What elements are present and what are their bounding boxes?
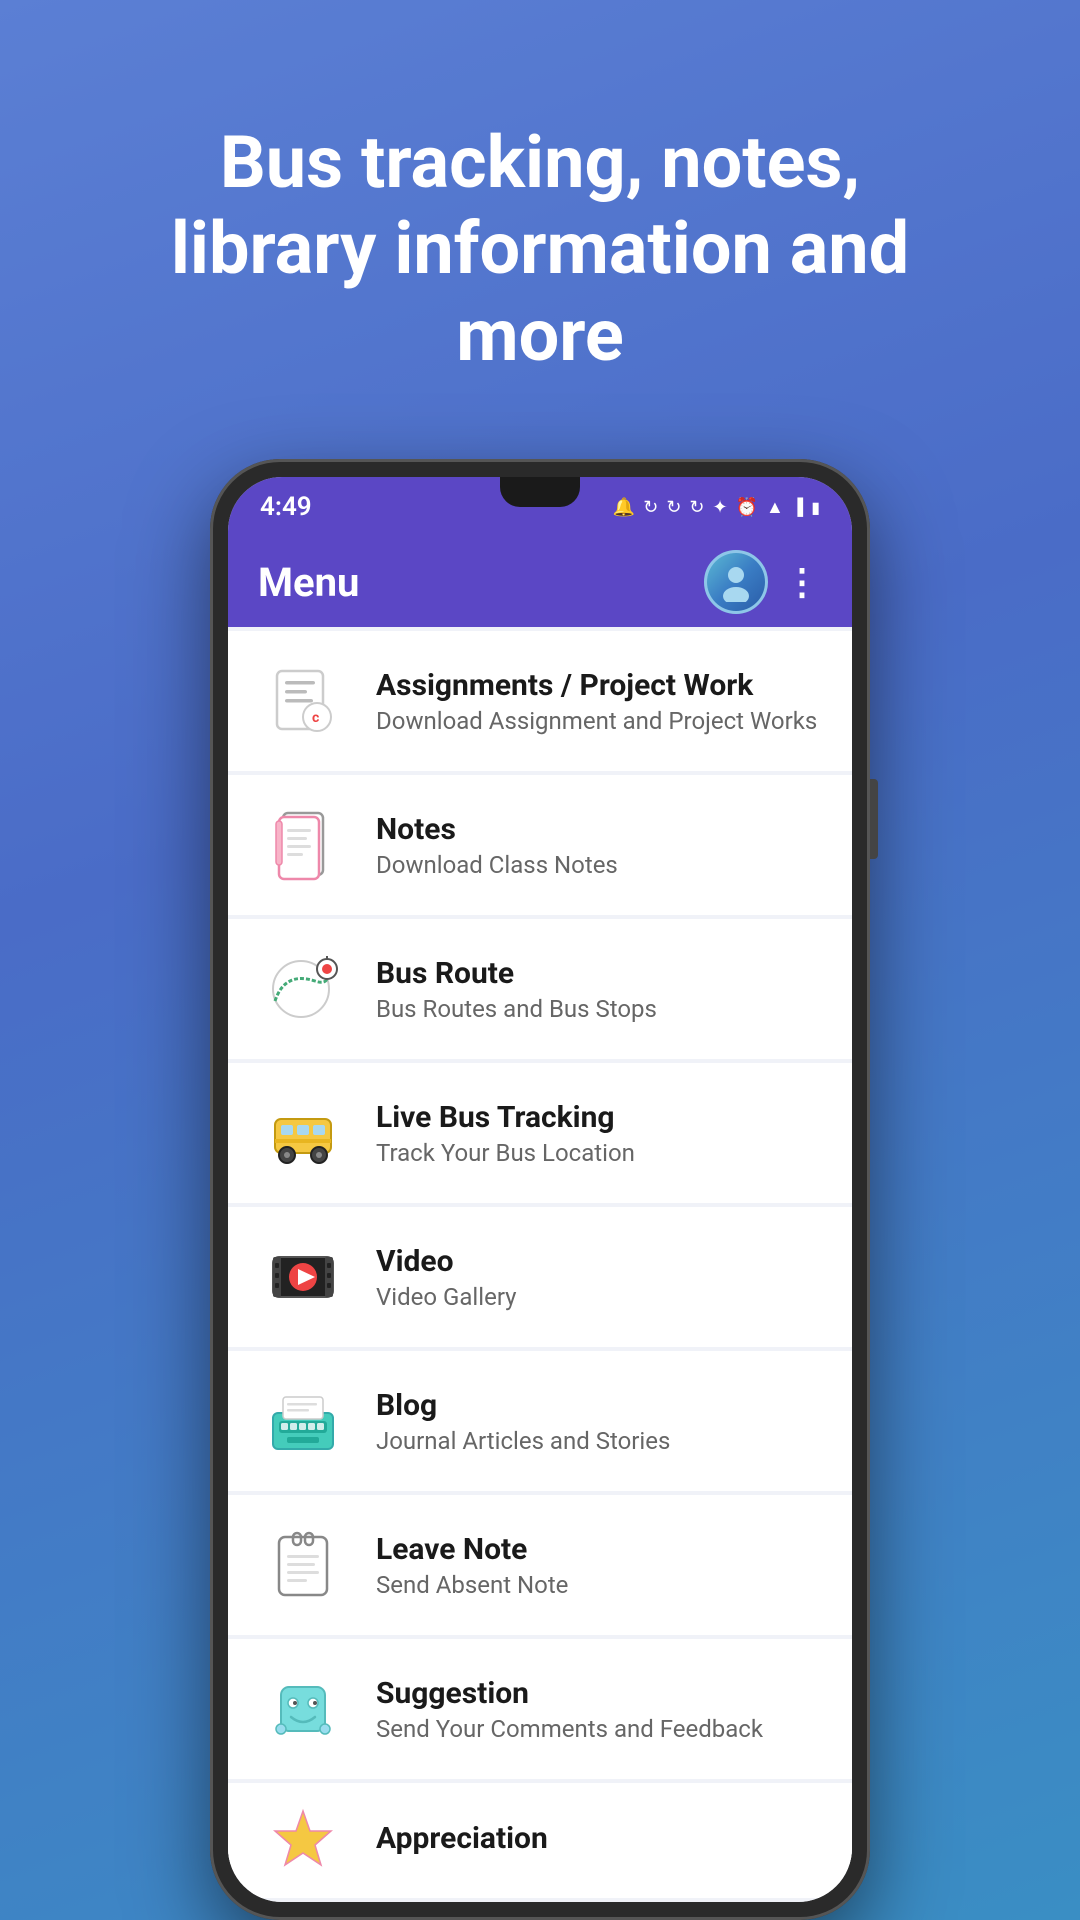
phone-screen: 4:49 🔔 ↻ ↻ ↻ ✦ ⏰ ▲ ▐ ▮ Menu (228, 477, 852, 1902)
menu-item-assignments[interactable]: c Assignments / Project Work Download As… (228, 631, 852, 771)
battery-icon: ▮ (811, 498, 820, 517)
live-bus-subtitle: Track Your Bus Location (376, 1139, 822, 1167)
live-bus-text: Live Bus Tracking Track Your Bus Locatio… (376, 1100, 822, 1167)
suggestion-icon (258, 1664, 348, 1754)
notes-subtitle: Download Class Notes (376, 851, 822, 879)
status-icons: 🔔 ↻ ↻ ↻ ✦ ⏰ ▲ ▐ ▮ (613, 497, 820, 518)
menu-item-video[interactable]: Video Video Gallery (228, 1207, 852, 1347)
sync-icon-3: ↻ (689, 497, 704, 518)
suggestion-text: Suggestion Send Your Comments and Feedba… (376, 1676, 822, 1743)
video-subtitle: Video Gallery (376, 1283, 822, 1311)
status-time: 4:49 (260, 492, 312, 522)
appreciation-title: Appreciation (376, 1821, 822, 1856)
assignments-title: Assignments / Project Work (376, 668, 822, 703)
blog-text: Blog Journal Articles and Stories (376, 1388, 822, 1455)
menu-list: c Assignments / Project Work Download As… (228, 627, 852, 1902)
leave-note-text: Leave Note Send Absent Note (376, 1532, 822, 1599)
avatar-inner (707, 553, 765, 611)
notification-icon: 🔔 (613, 497, 635, 518)
suggestion-title: Suggestion (376, 1676, 822, 1711)
video-text: Video Video Gallery (376, 1244, 822, 1311)
sync-icon-2: ↻ (666, 497, 681, 518)
live-bus-icon (258, 1088, 348, 1178)
blog-title: Blog (376, 1388, 822, 1423)
appreciation-icon (258, 1796, 348, 1886)
status-bar: 4:49 🔔 ↻ ↻ ↻ ✦ ⏰ ▲ ▐ ▮ (228, 477, 852, 537)
signal-icon: ▐ (792, 497, 803, 517)
assignments-text: Assignments / Project Work Download Assi… (376, 668, 822, 735)
svg-text:c: c (312, 710, 319, 726)
leave-note-icon (258, 1520, 348, 1610)
assignments-icon: c (258, 656, 348, 746)
notch (500, 477, 580, 507)
alarm-icon: ⏰ (736, 497, 758, 518)
notes-icon (258, 800, 348, 890)
wifi-icon: ▲ (766, 497, 784, 518)
bus-route-title: Bus Route (376, 956, 822, 991)
app-bar: Menu ⋮ (228, 537, 852, 627)
menu-item-leave-note[interactable]: Leave Note Send Absent Note (228, 1495, 852, 1635)
notes-text: Notes Download Class Notes (376, 812, 822, 879)
sync-icon-1: ↻ (643, 497, 658, 518)
live-bus-title: Live Bus Tracking (376, 1100, 822, 1135)
menu-item-live-bus[interactable]: Live Bus Tracking Track Your Bus Locatio… (228, 1063, 852, 1203)
menu-item-bus-route[interactable]: Bus Route Bus Routes and Bus Stops (228, 919, 852, 1059)
app-bar-actions: ⋮ (704, 550, 822, 614)
hero-section: Bus tracking, notes, library information… (0, 0, 1080, 449)
bus-route-text: Bus Route Bus Routes and Bus Stops (376, 956, 822, 1023)
phone-wrapper: 4:49 🔔 ↻ ↻ ↻ ✦ ⏰ ▲ ▐ ▮ Menu (210, 459, 870, 1920)
bus-route-subtitle: Bus Routes and Bus Stops (376, 995, 822, 1023)
menu-item-appreciation[interactable]: Appreciation (228, 1783, 852, 1898)
bus-route-icon (258, 944, 348, 1034)
menu-item-notes[interactable]: Notes Download Class Notes (228, 775, 852, 915)
hero-title: Bus tracking, notes, library information… (80, 60, 1000, 419)
more-menu-icon[interactable]: ⋮ (784, 561, 822, 603)
menu-item-blog[interactable]: Blog Journal Articles and Stories (228, 1351, 852, 1491)
appreciation-text: Appreciation (376, 1821, 822, 1860)
suggestion-subtitle: Send Your Comments and Feedback (376, 1715, 822, 1743)
video-title: Video (376, 1244, 822, 1279)
avatar[interactable] (704, 550, 768, 614)
video-icon (258, 1232, 348, 1322)
blog-icon (258, 1376, 348, 1466)
slack-icon: ✦ (713, 497, 728, 518)
blog-subtitle: Journal Articles and Stories (376, 1427, 822, 1455)
person-icon (716, 562, 756, 602)
app-bar-title: Menu (258, 559, 359, 606)
notes-title: Notes (376, 812, 822, 847)
menu-item-suggestion[interactable]: Suggestion Send Your Comments and Feedba… (228, 1639, 852, 1779)
leave-note-title: Leave Note (376, 1532, 822, 1567)
assignments-subtitle: Download Assignment and Project Works (376, 707, 822, 735)
leave-note-subtitle: Send Absent Note (376, 1571, 822, 1599)
